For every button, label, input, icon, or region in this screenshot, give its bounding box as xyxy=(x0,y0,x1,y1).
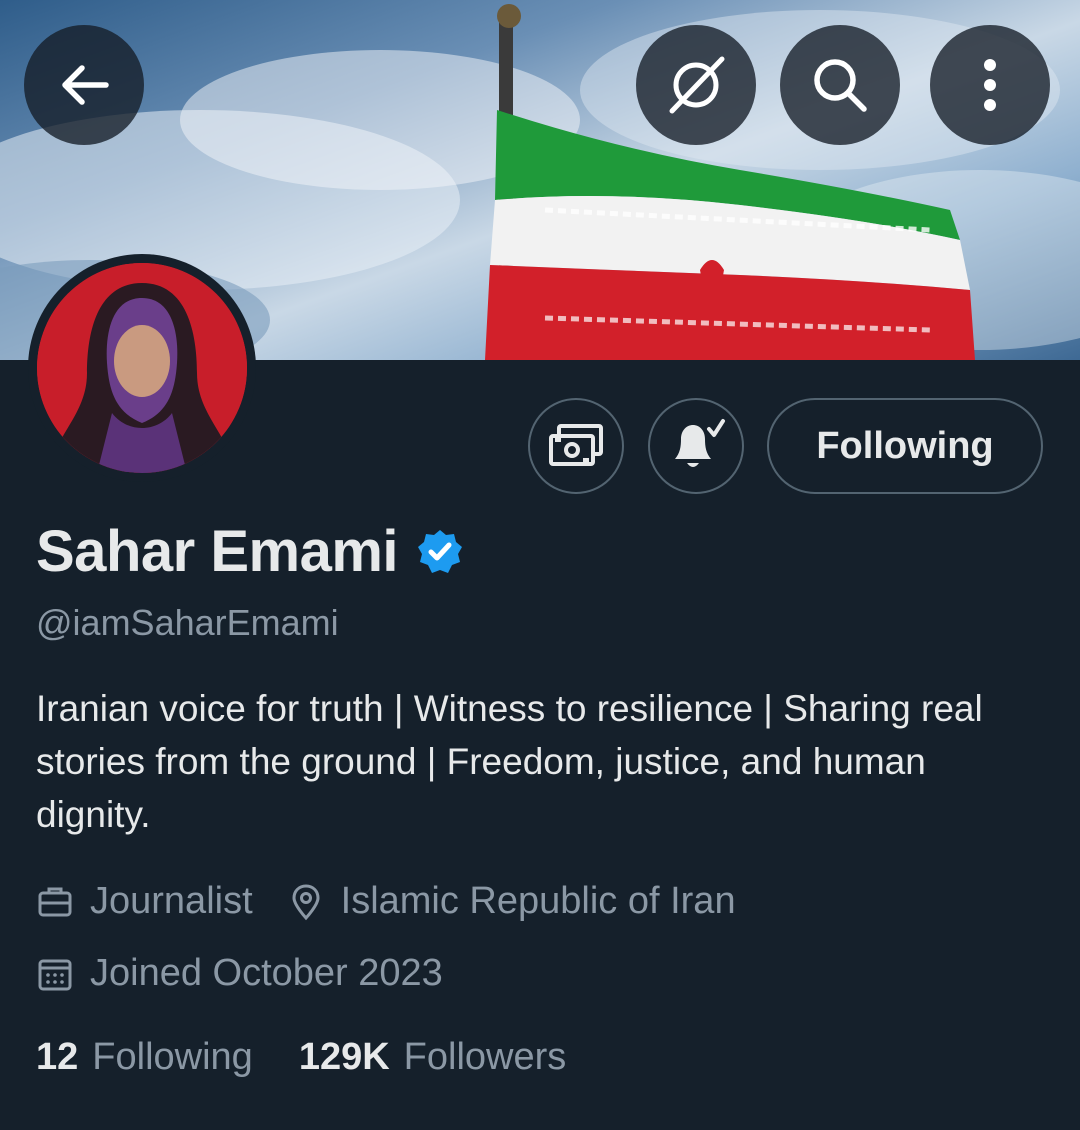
profile-bio: Iranian voice for truth | Witness to res… xyxy=(36,688,983,835)
avatar-image xyxy=(37,263,247,473)
profile-name: Sahar Emami xyxy=(36,519,399,584)
grok-button[interactable] xyxy=(636,25,756,145)
briefcase-icon xyxy=(38,887,72,916)
subscribe-button[interactable] xyxy=(528,398,624,494)
search-button[interactable] xyxy=(780,25,900,145)
following-button-label: Following xyxy=(816,424,994,467)
joined-row: Joined October 2023 xyxy=(36,952,443,995)
followers-count: 129K xyxy=(298,1036,390,1078)
location-text: Islamic Republic of Iran xyxy=(340,880,736,922)
back-button[interactable] xyxy=(24,25,144,145)
joined-text: Joined October 2023 xyxy=(90,952,443,994)
calendar-icon xyxy=(38,959,72,990)
profile-name-row: Sahar Emami xyxy=(36,518,464,585)
profile-stats: 12 Following 129K Followers xyxy=(36,1036,612,1079)
more-vertical-icon xyxy=(984,59,996,111)
verified-badge-icon[interactable] xyxy=(416,528,464,576)
following-count: 12 xyxy=(36,1036,79,1078)
search-icon xyxy=(814,59,867,112)
profile-handle: @iamSaharEmami xyxy=(36,602,339,643)
money-icon xyxy=(549,424,603,466)
arrow-left-icon xyxy=(62,65,109,105)
joined-item: Joined October 2023 xyxy=(36,952,443,995)
more-button[interactable] xyxy=(930,25,1050,145)
following-label: Following xyxy=(92,1036,253,1078)
profession-item: Journalist xyxy=(36,880,253,923)
notifications-button[interactable] xyxy=(648,398,744,494)
profession-text: Journalist xyxy=(90,880,253,922)
grok-icon xyxy=(669,56,725,114)
profile-meta-row: Journalist Islamic Republic of Iran xyxy=(36,880,736,923)
following-stat[interactable]: 12 Following xyxy=(36,1036,253,1079)
avatar[interactable] xyxy=(28,254,256,482)
location-pin-icon xyxy=(292,883,320,920)
following-button[interactable]: Following xyxy=(767,398,1043,494)
followers-stat[interactable]: 129K Followers xyxy=(299,1036,566,1079)
location-item: Islamic Republic of Iran xyxy=(287,880,736,923)
followers-label: Followers xyxy=(403,1036,567,1078)
bell-check-icon xyxy=(675,419,725,467)
